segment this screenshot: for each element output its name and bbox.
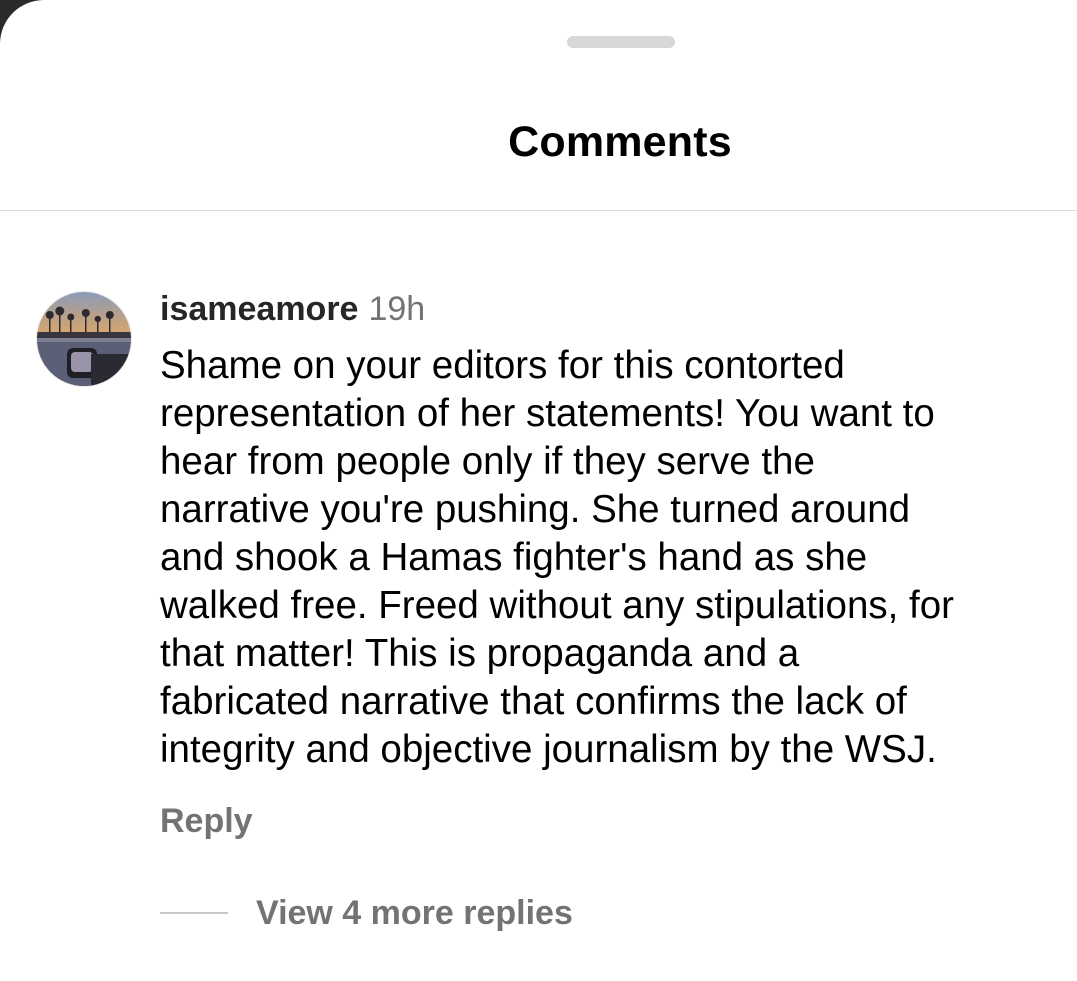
comment-username[interactable]: isameamore (160, 290, 358, 328)
reply-button[interactable]: Reply (160, 800, 253, 842)
avatar-photo (37, 292, 131, 386)
sheet-grabber-handle[interactable] (567, 36, 675, 48)
comments-sheet: Comments isameamore 19h Shame on your ed… (0, 0, 1077, 981)
header-divider (0, 210, 1077, 211)
view-more-replies-button[interactable]: View 4 more replies (160, 892, 573, 934)
comment-timestamp: 19h (368, 290, 426, 328)
replies-divider-line (160, 912, 228, 914)
comment-header: isameamore 19h (160, 288, 425, 330)
sheet-title: Comments (508, 118, 732, 166)
comment-text: Shame on your editors for this contorted… (160, 344, 954, 771)
view-more-replies-label: View 4 more replies (256, 894, 573, 932)
avatar[interactable] (37, 292, 131, 386)
